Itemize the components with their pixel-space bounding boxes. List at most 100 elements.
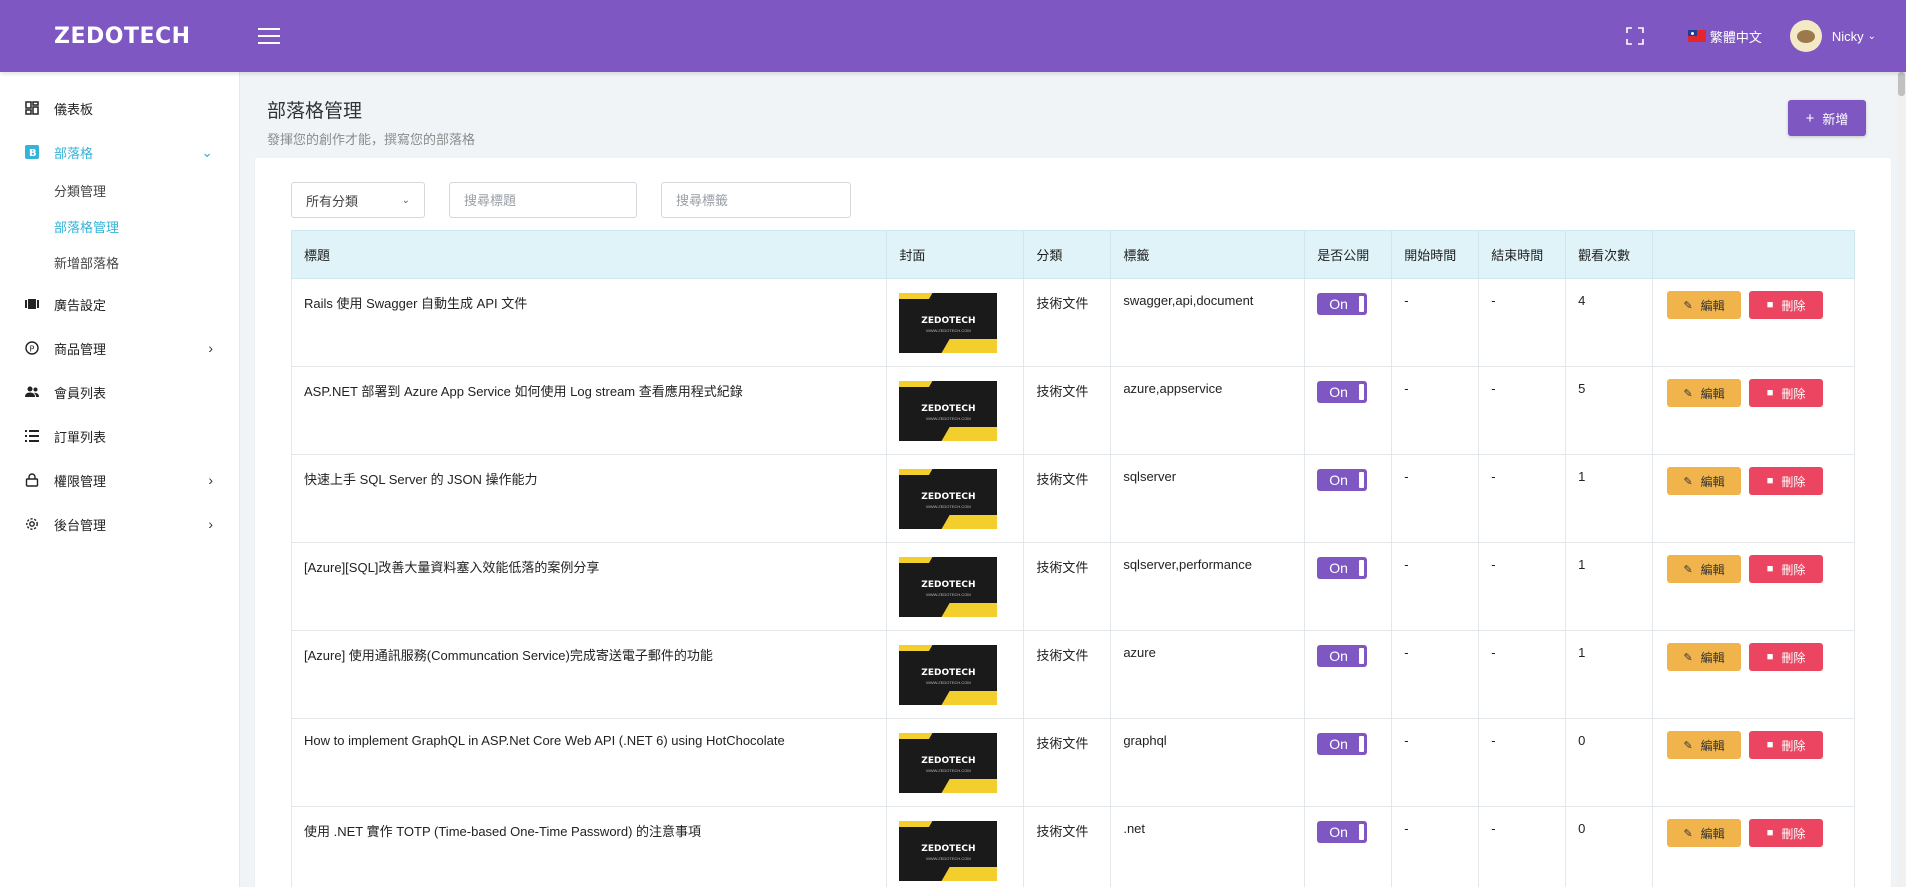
cell-tags: azure,appservice	[1110, 366, 1306, 455]
cell-start-time: -	[1391, 718, 1480, 807]
delete-button[interactable]: ■ 刪除	[1749, 819, 1824, 847]
public-toggle[interactable]: On	[1317, 381, 1368, 403]
delete-button[interactable]: ■ 刪除	[1749, 555, 1824, 583]
sidebar-item-dashboard[interactable]: 儀表板	[0, 86, 239, 130]
column-header-end[interactable]: 結束時間	[1478, 230, 1567, 279]
column-header-title[interactable]: 標題	[290, 230, 888, 279]
cover-image: ZEDOTECH WWW.ZEDOTECH.COM	[899, 645, 998, 705]
public-toggle[interactable]: On	[1317, 733, 1368, 755]
cell-public: On	[1304, 366, 1393, 455]
trash-icon: ■	[1766, 299, 1774, 311]
cell-cover: ZEDOTECH WWW.ZEDOTECH.COM	[886, 542, 1025, 631]
edit-button-label: 編輯	[1700, 650, 1725, 665]
cell-cover: ZEDOTECH WWW.ZEDOTECH.COM	[886, 718, 1025, 807]
lock-icon	[24, 472, 40, 488]
pencil-icon: ✎	[1683, 827, 1693, 840]
blog-table-card: 所有分類 ⌄ 標題 封面 分類 標籤 是否公開 開始時間 結束時間 觀看次數	[255, 158, 1891, 887]
sidebar-item-permissions[interactable]: 權限管理 ›	[0, 458, 239, 502]
scrollbar-thumb[interactable]	[1898, 72, 1905, 96]
cell-end-time: -	[1478, 542, 1567, 631]
delete-button[interactable]: ■ 刪除	[1749, 643, 1824, 671]
language-label: 繁體中文	[1709, 29, 1762, 45]
cell-cover: ZEDOTECH WWW.ZEDOTECH.COM	[886, 806, 1025, 887]
sidebar-item-products[interactable]: P 商品管理 ›	[0, 326, 239, 370]
table-row: How to implement GraphQL in ASP.Net Core…	[290, 718, 1855, 807]
sidebar-subitem-category[interactable]: 分類管理	[0, 174, 239, 210]
sidebar-item-label: 後台管理	[54, 517, 107, 533]
table-body: Rails 使用 Swagger 自動生成 API 文件 ZEDOTECH WWW.…	[290, 278, 1855, 887]
page-scrollbar[interactable]	[1897, 72, 1906, 887]
cell-end-time: -	[1478, 454, 1567, 543]
cell-end-time: -	[1478, 278, 1567, 367]
column-header-cover[interactable]: 封面	[886, 230, 1025, 279]
edit-button[interactable]: ✎ 編輯	[1667, 819, 1742, 847]
trash-icon: ■	[1766, 739, 1774, 751]
brand-logo[interactable]: ZEDOTECH	[0, 24, 240, 49]
search-tag-input[interactable]	[661, 182, 851, 218]
edit-button[interactable]: ✎ 編輯	[1667, 643, 1742, 671]
pencil-icon: ✎	[1683, 563, 1693, 576]
public-toggle[interactable]: On	[1317, 821, 1368, 843]
cover-image: ZEDOTECH WWW.ZEDOTECH.COM	[899, 733, 998, 793]
column-header-actions	[1652, 230, 1855, 279]
trash-icon: ■	[1766, 651, 1774, 663]
cover-logo-sub: WWW.ZEDOTECH.COM	[926, 504, 971, 509]
edit-button[interactable]: ✎ 編輯	[1667, 731, 1742, 759]
svg-text:P: P	[30, 345, 35, 354]
cell-end-time: -	[1478, 366, 1567, 455]
public-toggle[interactable]: On	[1317, 293, 1368, 315]
column-header-views[interactable]: 觀看次數	[1565, 230, 1654, 279]
delete-button-label: 刪除	[1781, 298, 1806, 313]
page-subtitle: 發揮您的創作才能，撰寫您的部落格	[267, 132, 476, 147]
sidebar-item-members[interactable]: 會員列表	[0, 370, 239, 414]
cover-logo: ZEDOTECH	[921, 844, 976, 854]
cell-start-time: -	[1391, 630, 1480, 719]
column-header-public[interactable]: 是否公開	[1304, 230, 1393, 279]
cell-end-time: -	[1478, 718, 1567, 807]
menu-toggle-icon[interactable]	[258, 24, 282, 48]
trash-icon: ■	[1766, 563, 1774, 575]
edit-button[interactable]: ✎ 編輯	[1667, 291, 1742, 319]
filter-bar: 所有分類 ⌄	[291, 182, 875, 218]
language-selector[interactable]: 繁體中文	[1687, 27, 1762, 46]
search-title-input[interactable]	[449, 182, 637, 218]
table-header-row: 標題 封面 分類 標籤 是否公開 開始時間 結束時間 觀看次數	[290, 230, 1855, 279]
cover-logo: ZEDOTECH	[921, 668, 976, 678]
cover-logo-sub: WWW.ZEDOTECH.COM	[926, 856, 971, 861]
public-toggle[interactable]: On	[1317, 557, 1368, 579]
public-toggle[interactable]: On	[1317, 645, 1368, 667]
delete-button[interactable]: ■ 刪除	[1749, 379, 1824, 407]
delete-button[interactable]: ■ 刪除	[1749, 467, 1824, 495]
sidebar-item-orders[interactable]: 訂單列表	[0, 414, 239, 458]
cell-cover: ZEDOTECH WWW.ZEDOTECH.COM	[886, 366, 1025, 455]
trash-icon: ■	[1766, 475, 1774, 487]
user-menu[interactable]: Nicky ⌄	[1789, 20, 1876, 52]
delete-button[interactable]: ■ 刪除	[1749, 291, 1824, 319]
public-toggle[interactable]: On	[1317, 469, 1368, 491]
add-button[interactable]: + 新增	[1788, 100, 1866, 136]
cell-views: 0	[1565, 806, 1654, 887]
pencil-icon: ✎	[1683, 299, 1693, 312]
cell-end-time: -	[1478, 806, 1567, 887]
avatar	[1789, 20, 1822, 52]
cover-image: ZEDOTECH WWW.ZEDOTECH.COM	[899, 381, 998, 441]
cell-actions: ✎ 編輯 ■ 刪除	[1652, 630, 1855, 719]
category-select[interactable]: 所有分類 ⌄	[291, 182, 425, 218]
pencil-icon: ✎	[1683, 739, 1693, 752]
cell-tags: sqlserver	[1110, 454, 1306, 543]
sidebar-subitem-blog-management[interactable]: 部落格管理	[0, 210, 239, 246]
column-header-tags[interactable]: 標籤	[1110, 230, 1306, 279]
edit-button[interactable]: ✎ 編輯	[1667, 467, 1742, 495]
edit-button[interactable]: ✎ 編輯	[1667, 555, 1742, 583]
cell-title: Rails 使用 Swagger 自動生成 API 文件	[290, 278, 888, 367]
fullscreen-icon[interactable]	[1626, 27, 1644, 45]
delete-button[interactable]: ■ 刪除	[1749, 731, 1824, 759]
sidebar-subitem-new-blog[interactable]: 新增部落格	[0, 246, 239, 282]
edit-button[interactable]: ✎ 編輯	[1667, 379, 1742, 407]
sidebar-item-ads[interactable]: 廣告設定	[0, 282, 239, 326]
blog-table: 標題 封面 分類 標籤 是否公開 開始時間 結束時間 觀看次數 Rails 使用…	[290, 230, 1855, 887]
column-header-start[interactable]: 開始時間	[1391, 230, 1480, 279]
sidebar-item-blog[interactable]: B 部落格 ⌄	[0, 130, 239, 174]
sidebar-item-backend[interactable]: 後台管理 ›	[0, 502, 239, 546]
column-header-category[interactable]: 分類	[1023, 230, 1112, 279]
